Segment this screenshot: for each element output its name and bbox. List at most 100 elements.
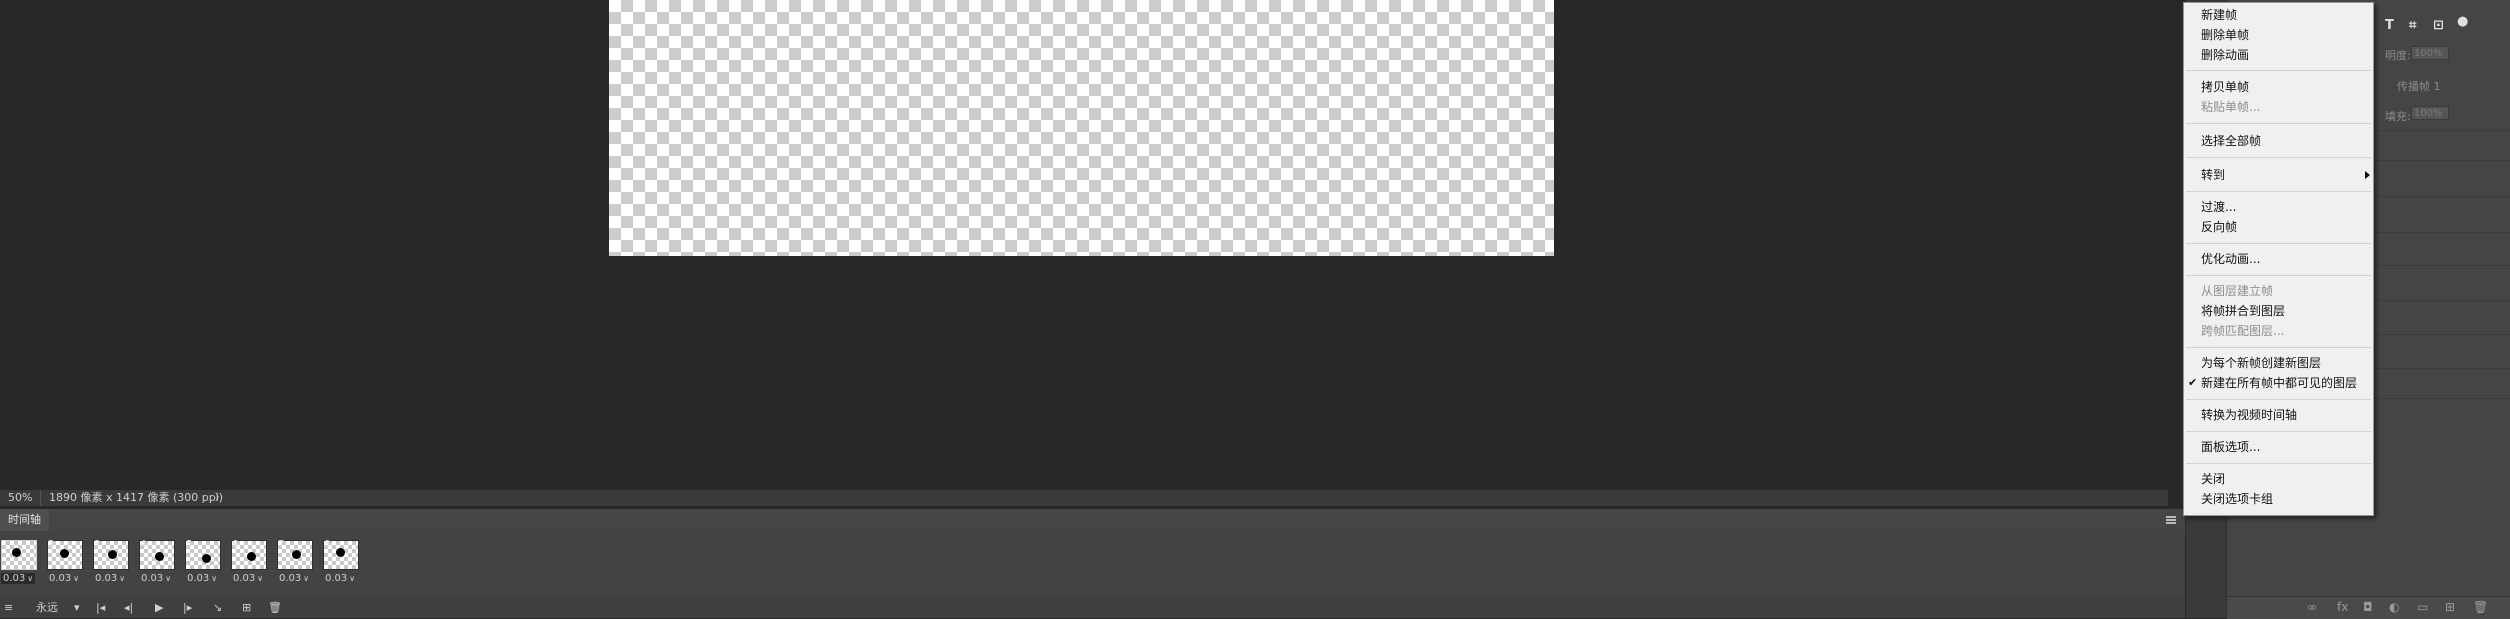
layer-mask-icon[interactable]: ◘ bbox=[2363, 600, 2373, 614]
opacity-field[interactable]: 100% bbox=[2411, 46, 2449, 60]
status-expand-arrow-icon[interactable]: 〉 bbox=[215, 490, 224, 506]
frame-delay-value: 0.03 bbox=[187, 573, 210, 584]
frame-delay[interactable]: 0.03 ∨ bbox=[141, 573, 171, 584]
frame-delay[interactable]: 0.03 ∨ bbox=[325, 573, 355, 584]
frame-dot bbox=[247, 552, 256, 561]
menu-item-label: 新建帧 bbox=[2201, 8, 2238, 22]
menu-item-flatten-frames-into-layers[interactable]: 将帧拼合到图层 bbox=[2184, 301, 2373, 321]
menu-item-label: 优化动画... bbox=[2201, 252, 2261, 266]
menu-item-select-all-frames[interactable]: 选择全部帧 bbox=[2184, 131, 2373, 151]
menu-item-optimize-animation[interactable]: 优化动画... bbox=[2184, 249, 2373, 269]
animation-frame[interactable]: 4 0.03 ∨ bbox=[139, 539, 175, 592]
animation-frame[interactable]: 8 0.03 ∨ bbox=[323, 539, 359, 592]
frame-delay-value: 0.03 bbox=[95, 573, 118, 584]
document-info: 1890 像素 x 1417 像素 (300 ppi) bbox=[49, 491, 224, 504]
delete-frame-icon[interactable]: 🗑 bbox=[268, 598, 282, 618]
shape-filter-icon[interactable]: ⌗ bbox=[2409, 18, 2416, 33]
frame-dot bbox=[336, 548, 345, 557]
loop-select[interactable]: 永远 bbox=[36, 598, 58, 618]
chevron-down-icon: ∨ bbox=[257, 574, 264, 583]
menu-separator bbox=[2186, 157, 2371, 158]
smart-object-filter-icon[interactable]: ⊡ bbox=[2433, 18, 2444, 33]
frame-number: 2 bbox=[48, 539, 55, 550]
frame-delay-value: 0.03 bbox=[325, 573, 348, 584]
link-layers-icon[interactable]: ∞ bbox=[2307, 600, 2317, 614]
menu-separator bbox=[2186, 431, 2371, 432]
chevron-down-icon: ∨ bbox=[27, 574, 34, 583]
menu-item-make-frames-from-layers[interactable]: 从图层建立帧 bbox=[2184, 281, 2373, 301]
frame-delay-value: 0.03 bbox=[141, 573, 164, 584]
previous-frame-icon[interactable]: ◂| bbox=[124, 598, 133, 618]
animation-frame[interactable]: 3 0.03 ∨ bbox=[93, 539, 129, 592]
menu-item-reverse-frames[interactable]: 反向帧 bbox=[2184, 217, 2373, 237]
frame-delay-value: 0.03 bbox=[233, 573, 256, 584]
menu-item-label: 转到 bbox=[2201, 168, 2226, 182]
opacity-label: 明度: bbox=[2385, 49, 2411, 62]
chevron-down-icon[interactable]: ▾ bbox=[74, 598, 80, 618]
document-canvas-area[interactable] bbox=[0, 0, 2168, 490]
menu-item-label: 拷贝单帧 bbox=[2201, 80, 2250, 94]
menu-item-close-tab-group[interactable]: 关闭选项卡组 bbox=[2184, 489, 2373, 509]
checkmark-icon: ✔ bbox=[2188, 376, 2198, 389]
delete-layer-icon[interactable]: 🗑 bbox=[2473, 600, 2488, 614]
menu-separator bbox=[2186, 123, 2371, 124]
menu-item-go-to[interactable]: 转到 bbox=[2184, 165, 2373, 185]
transparent-document-canvas[interactable] bbox=[609, 0, 1554, 256]
menu-item-label: 关闭 bbox=[2201, 472, 2226, 486]
menu-item-close[interactable]: 关闭 bbox=[2184, 469, 2373, 489]
menu-item-new-frame[interactable]: 新建帧 bbox=[2184, 5, 2373, 25]
propagate-frame-checkbox[interactable]: 传播帧 1 bbox=[2397, 78, 2441, 94]
frame-delay[interactable]: 0.03 ∨ bbox=[279, 573, 309, 584]
frame-delay[interactable]: 0.03 ∨ bbox=[233, 573, 263, 584]
animation-frame[interactable]: 5 0.03 ∨ bbox=[185, 539, 221, 592]
tween-icon[interactable]: ↘ bbox=[213, 598, 222, 618]
type-filter-icon[interactable]: T bbox=[2385, 18, 2394, 33]
menu-item-panel-options[interactable]: 面板选项... bbox=[2184, 437, 2373, 457]
play-icon[interactable]: ▶ bbox=[155, 598, 163, 618]
animation-frame[interactable]: 2 0.03 ∨ bbox=[47, 539, 83, 592]
fx-icon[interactable]: fx bbox=[2337, 600, 2348, 614]
first-frame-icon[interactable]: |◂ bbox=[96, 598, 105, 618]
zoom-level[interactable]: 50% bbox=[8, 490, 32, 506]
menu-item-paste-frame[interactable]: 粘贴单帧... bbox=[2184, 97, 2373, 117]
frame-dot bbox=[292, 550, 301, 559]
menu-item-create-new-layer-per-frame[interactable]: 为每个新帧创建新图层 bbox=[2184, 353, 2373, 373]
adjustment-layer-icon[interactable]: ◐ bbox=[2389, 600, 2399, 614]
menu-item-tween[interactable]: 过渡... bbox=[2184, 197, 2373, 217]
menu-item-label: 面板选项... bbox=[2201, 440, 2261, 454]
panel-menu-icon[interactable] bbox=[2166, 516, 2176, 524]
menu-separator bbox=[2186, 399, 2371, 400]
chevron-down-icon: ∨ bbox=[211, 574, 218, 583]
convert-timeline-icon[interactable]: ≡ bbox=[4, 598, 13, 618]
frame-delay[interactable]: 0.03 ∨ bbox=[95, 573, 125, 584]
timeline-controls: ≡ 永远 ▾ |◂ ◂| ▶ |▸ ↘ ⊞ 🗑 bbox=[0, 598, 2185, 618]
menu-item-convert-to-video-timeline[interactable]: 转换为视频时间轴 bbox=[2184, 405, 2373, 425]
filter-toggle-icon[interactable]: ● bbox=[2457, 14, 2468, 29]
timeline-context-menu: 新建帧 删除单帧 删除动画 拷贝单帧 粘贴单帧... 选择全部帧 转到 过渡..… bbox=[2183, 2, 2374, 516]
next-frame-icon[interactable]: |▸ bbox=[183, 598, 192, 618]
new-group-icon[interactable]: ▭ bbox=[2417, 600, 2428, 614]
menu-item-label: 将帧拼合到图层 bbox=[2201, 304, 2286, 318]
menu-item-copy-frame[interactable]: 拷贝单帧 bbox=[2184, 77, 2373, 97]
menu-item-delete-frame[interactable]: 删除单帧 bbox=[2184, 25, 2373, 45]
frame-number: 1 bbox=[2, 539, 9, 550]
fill-field[interactable]: 100% bbox=[2411, 106, 2449, 120]
frame-dot bbox=[12, 548, 21, 557]
new-frame-icon[interactable]: ⊞ bbox=[242, 598, 251, 618]
animation-frame[interactable]: 1 0.03 ∨ bbox=[1, 539, 37, 592]
menu-item-delete-animation[interactable]: 删除动画 bbox=[2184, 45, 2373, 65]
menu-item-label: 关闭选项卡组 bbox=[2201, 492, 2274, 506]
menu-item-match-layer-across-frames[interactable]: 跨帧匹配图层... bbox=[2184, 321, 2373, 341]
menu-separator bbox=[2186, 347, 2371, 348]
tab-timeline[interactable]: 时间轴 bbox=[0, 509, 49, 531]
menu-item-label: 反向帧 bbox=[2201, 220, 2238, 234]
animation-frame[interactable]: 6 0.03 ∨ bbox=[231, 539, 267, 592]
menu-item-new-layers-visible-in-all-frames[interactable]: ✔ 新建在所有帧中都可见的图层 bbox=[2184, 373, 2373, 393]
frame-number: 7 bbox=[278, 539, 285, 550]
frame-delay[interactable]: 0.03 ∨ bbox=[1, 573, 36, 584]
animation-frame[interactable]: 7 0.03 ∨ bbox=[277, 539, 313, 592]
frame-delay[interactable]: 0.03 ∨ bbox=[187, 573, 217, 584]
new-layer-icon[interactable]: ⊞ bbox=[2445, 600, 2455, 614]
frame-delay-value: 0.03 bbox=[3, 573, 26, 584]
frame-delay[interactable]: 0.03 ∨ bbox=[49, 573, 79, 584]
